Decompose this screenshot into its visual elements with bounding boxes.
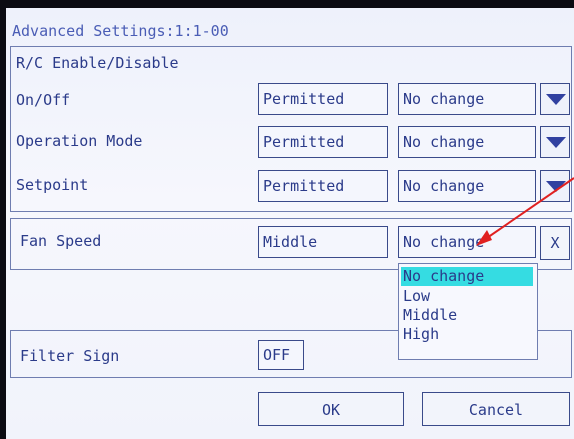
fan-speed-clear-button[interactable]: X [540, 226, 570, 260]
fan-speed-dropdown-list: No change Low Middle High [398, 263, 538, 360]
dropdown-option-no-change[interactable]: No change [401, 267, 533, 286]
dropdown-option-low[interactable]: Low [401, 287, 533, 306]
ok-button[interactable]: OK [258, 392, 404, 426]
row-label-on-off: On/Off [16, 91, 71, 109]
row-label-setpoint: Setpoint [16, 176, 89, 194]
screen-title: Advanced Settings:1:1-00 [12, 22, 229, 40]
advanced-settings-screen: Advanced Settings:1:1-00 R/C Enable/Disa… [6, 8, 574, 439]
triangle-down-icon [546, 137, 566, 148]
on-off-select[interactable]: No change [398, 83, 536, 115]
operation-mode-value: Permitted [258, 126, 388, 158]
setpoint-dropdown-button[interactable] [540, 170, 570, 202]
fan-speed-select[interactable]: No change [398, 226, 536, 258]
operation-mode-dropdown-button[interactable] [540, 126, 570, 158]
dropdown-option-middle[interactable]: Middle [401, 306, 533, 325]
cancel-button[interactable]: Cancel [422, 392, 570, 426]
fan-speed-label: Fan Speed [20, 232, 102, 250]
on-off-value: Permitted [258, 83, 388, 115]
filter-sign-label: Filter Sign [20, 347, 120, 365]
dropdown-option-high[interactable]: High [401, 325, 533, 344]
rc-section-heading: R/C Enable/Disable [16, 54, 179, 72]
row-label-operation-mode: Operation Mode [16, 132, 143, 150]
filter-sign-value[interactable]: OFF [258, 340, 304, 370]
setpoint-select[interactable]: No change [398, 170, 536, 202]
triangle-down-icon [546, 94, 566, 105]
operation-mode-select[interactable]: No change [398, 126, 536, 158]
on-off-dropdown-button[interactable] [540, 83, 570, 115]
setpoint-value: Permitted [258, 170, 388, 202]
fan-speed-value: Middle [258, 226, 388, 258]
triangle-down-icon [546, 181, 566, 192]
